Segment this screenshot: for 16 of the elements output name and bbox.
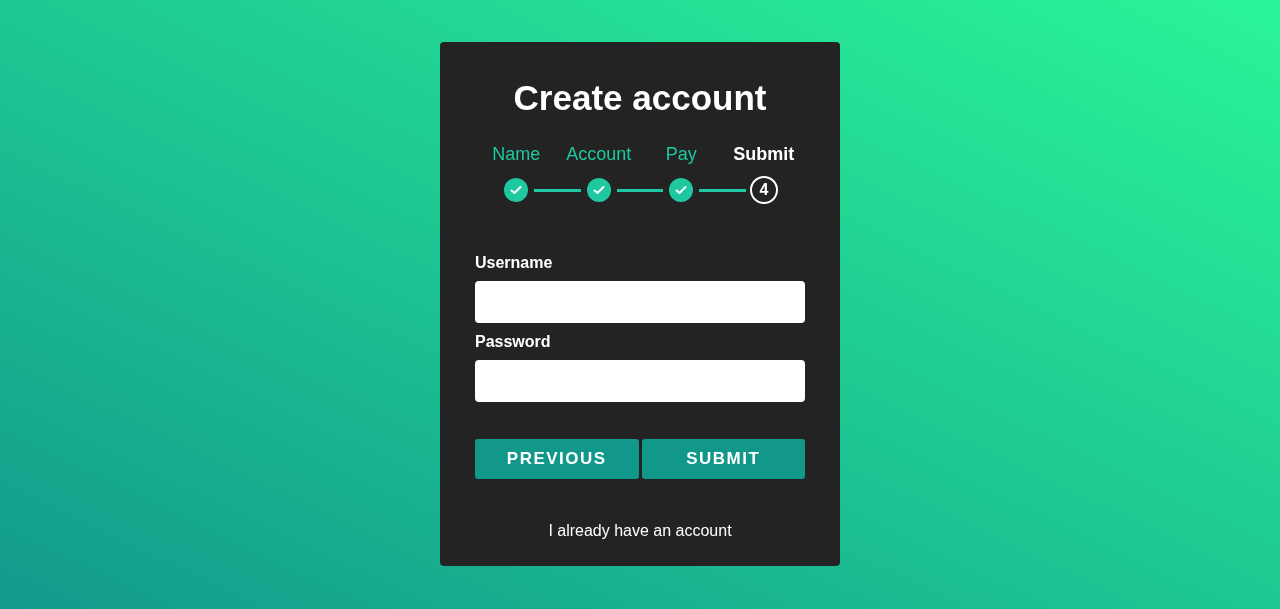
password-field[interactable] (475, 360, 805, 402)
form-title: Create account (513, 77, 767, 119)
login-link[interactable]: I already have an account (548, 519, 732, 543)
step-connector (616, 188, 664, 192)
step-label: Name (492, 143, 541, 166)
step-label: Account (566, 143, 632, 166)
step-connector (699, 188, 746, 192)
step-number: 4 (750, 176, 778, 204)
step-connector (534, 188, 581, 192)
step-label: Pay (665, 143, 697, 166)
field-label: Username (475, 253, 553, 273)
submit-button[interactable]: SUBMIT (641, 439, 805, 479)
previous-button[interactable]: PREVIOUS (475, 439, 639, 479)
field-label: Password (475, 332, 551, 352)
username-field[interactable] (475, 281, 805, 323)
step-label: Submit (733, 143, 795, 166)
